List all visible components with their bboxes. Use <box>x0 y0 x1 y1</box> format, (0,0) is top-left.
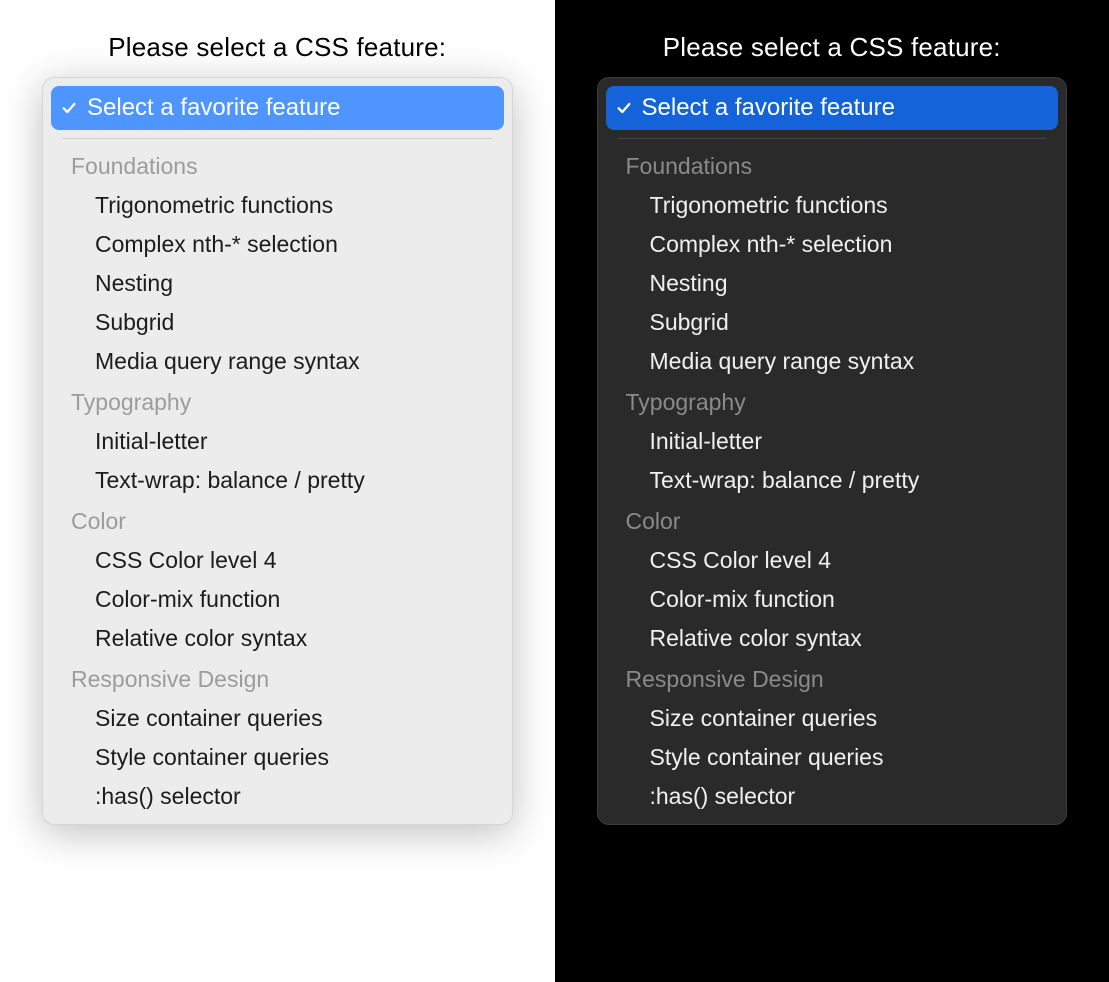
option-size-container-queries[interactable]: Size container queries <box>606 699 1059 738</box>
prompt-label: Please select a CSS feature: <box>108 32 446 63</box>
option-nesting[interactable]: Nesting <box>606 264 1059 303</box>
option-subgrid[interactable]: Subgrid <box>606 303 1059 342</box>
group-label-typography: Typography <box>51 381 504 422</box>
selected-option[interactable]: Select a favorite feature <box>606 86 1059 130</box>
selected-option-label: Select a favorite feature <box>87 94 340 122</box>
option-css-color-level-4[interactable]: CSS Color level 4 <box>51 541 504 580</box>
group-label-typography: Typography <box>606 381 1059 422</box>
option-subgrid[interactable]: Subgrid <box>51 303 504 342</box>
selected-option-label: Select a favorite feature <box>642 94 895 122</box>
option-has-selector[interactable]: :has() selector <box>606 777 1059 816</box>
divider <box>618 138 1047 139</box>
option-initial-letter[interactable]: Initial-letter <box>51 422 504 461</box>
group-label-responsive-design: Responsive Design <box>606 658 1059 699</box>
option-css-color-level-4[interactable]: CSS Color level 4 <box>606 541 1059 580</box>
option-relative-color-syntax[interactable]: Relative color syntax <box>606 619 1059 658</box>
prompt-label: Please select a CSS feature: <box>663 32 1001 63</box>
select-popup[interactable]: Select a favorite feature FoundationsTri… <box>42 77 513 825</box>
option-text-wrap-balance-pretty[interactable]: Text-wrap: balance / pretty <box>51 461 504 500</box>
option-relative-color-syntax[interactable]: Relative color syntax <box>51 619 504 658</box>
option-color-mix-function[interactable]: Color-mix function <box>51 580 504 619</box>
option-trigonometric-functions[interactable]: Trigonometric functions <box>51 186 504 225</box>
option-text-wrap-balance-pretty[interactable]: Text-wrap: balance / pretty <box>606 461 1059 500</box>
option-has-selector[interactable]: :has() selector <box>51 777 504 816</box>
option-list: FoundationsTrigonometric functionsComple… <box>51 145 504 816</box>
option-nesting[interactable]: Nesting <box>51 264 504 303</box>
option-trigonometric-functions[interactable]: Trigonometric functions <box>606 186 1059 225</box>
option-size-container-queries[interactable]: Size container queries <box>51 699 504 738</box>
option-media-query-range-syntax[interactable]: Media query range syntax <box>51 342 504 381</box>
option-complex-nth-selection[interactable]: Complex nth-* selection <box>51 225 504 264</box>
selected-option[interactable]: Select a favorite feature <box>51 86 504 130</box>
option-style-container-queries[interactable]: Style container queries <box>51 738 504 777</box>
light-mode-panel: Please select a CSS feature: Select a fa… <box>0 0 555 982</box>
check-icon <box>614 100 634 116</box>
group-label-color: Color <box>51 500 504 541</box>
option-complex-nth-selection[interactable]: Complex nth-* selection <box>606 225 1059 264</box>
divider <box>63 138 492 139</box>
group-label-color: Color <box>606 500 1059 541</box>
option-list: FoundationsTrigonometric functionsComple… <box>606 145 1059 816</box>
option-media-query-range-syntax[interactable]: Media query range syntax <box>606 342 1059 381</box>
select-popup[interactable]: Select a favorite feature FoundationsTri… <box>597 77 1068 825</box>
group-label-foundations: Foundations <box>606 145 1059 186</box>
option-style-container-queries[interactable]: Style container queries <box>606 738 1059 777</box>
group-label-responsive-design: Responsive Design <box>51 658 504 699</box>
option-initial-letter[interactable]: Initial-letter <box>606 422 1059 461</box>
group-label-foundations: Foundations <box>51 145 504 186</box>
check-icon <box>59 100 79 116</box>
option-color-mix-function[interactable]: Color-mix function <box>606 580 1059 619</box>
dark-mode-panel: Please select a CSS feature: Select a fa… <box>555 0 1109 982</box>
